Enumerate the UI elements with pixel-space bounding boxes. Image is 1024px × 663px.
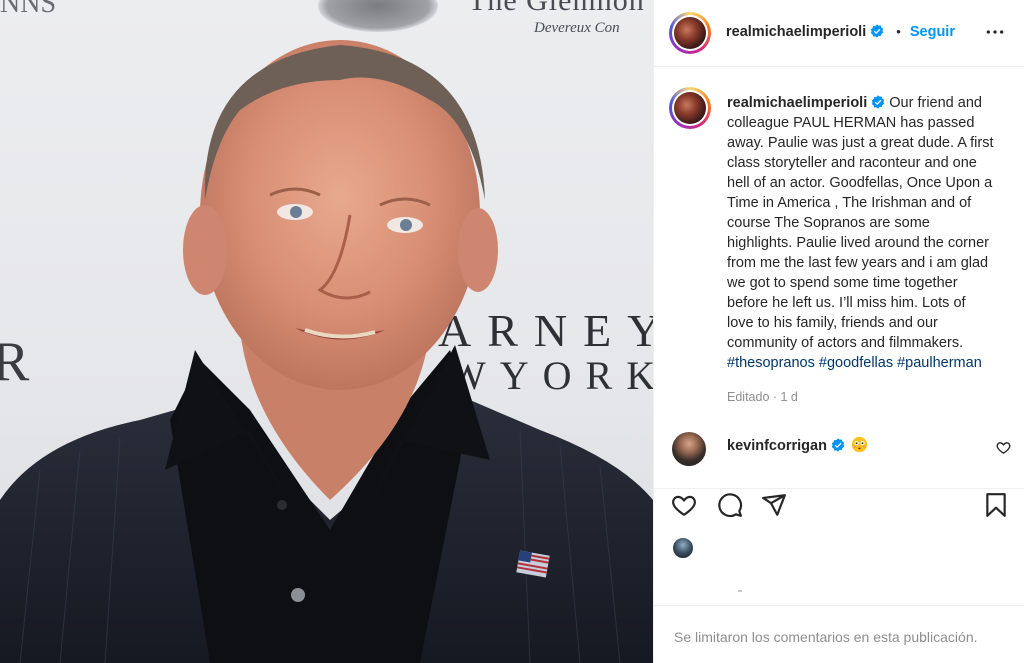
post-side-panel: realmichaelimperioli • Seguir realmichae… xyxy=(653,0,1024,663)
post-meta-timestamp[interactable]: Editado · 1 d xyxy=(727,390,798,404)
verified-badge-icon xyxy=(831,438,845,452)
commenter-username[interactable]: kevinfcorrigan xyxy=(727,438,827,454)
comment-icon[interactable] xyxy=(717,492,743,518)
hashtags: #thesopranos #goodfellas #paulherman xyxy=(727,355,982,371)
commenter-avatar[interactable] xyxy=(672,432,706,466)
caption-line: course The Sopranos are some xyxy=(727,215,930,231)
follow-button[interactable]: Seguir xyxy=(910,24,955,40)
post-photo[interactable]: The Glenmon Devereux Con NNS ARNEY WYORK… xyxy=(0,0,653,663)
caption-line: away. Paulie was just a great dude. A fi… xyxy=(727,135,994,151)
comment-row: kevinfcorrigan xyxy=(654,426,1024,476)
caption-line: highlights. Paulie lived around the corn… xyxy=(727,235,989,251)
caption-line: hell of an actor. Goodfellas, Once Upon … xyxy=(727,175,993,191)
hashtag-link[interactable]: #goodfellas xyxy=(819,355,893,371)
heart-icon[interactable] xyxy=(671,492,697,518)
post-caption: realmichaelimperioli Our friend and coll… xyxy=(727,93,1015,373)
caption-author-avatar[interactable] xyxy=(669,87,711,129)
caption-line: Time in America , The Irishman and of xyxy=(727,195,972,211)
person-portrait xyxy=(0,40,653,663)
caption-line: before he left us. I’ll miss him. Lots o… xyxy=(727,295,966,311)
separator-dot: • xyxy=(896,24,901,39)
author-avatar[interactable] xyxy=(669,12,711,54)
caption-line: colleague PAUL HERMAN has passed xyxy=(727,115,975,131)
caption-line: class storyteller and raconteur and one xyxy=(727,155,977,171)
share-paper-plane-icon[interactable] xyxy=(761,492,787,518)
hashtag-link[interactable]: #thesopranos xyxy=(727,355,815,371)
comments-limited-notice: Se limitaron los comentarios en esta pub… xyxy=(674,629,978,645)
author-username[interactable]: realmichaelimperioli xyxy=(726,24,866,40)
comment-text: kevinfcorrigan xyxy=(727,436,868,454)
like-comment-heart-icon[interactable] xyxy=(996,440,1011,455)
bookmark-icon[interactable] xyxy=(983,492,1009,518)
divider-mark xyxy=(738,590,742,592)
post-header: realmichaelimperioli • Seguir xyxy=(654,0,1024,67)
caption-line: community of actors and filmmakers. xyxy=(727,335,964,351)
post-actions-bar xyxy=(654,488,1024,524)
caption-line: love to his family, friends and our xyxy=(727,315,938,331)
caption-line: Our friend and xyxy=(889,95,982,111)
verified-badge-icon xyxy=(871,24,884,38)
header-user: realmichaelimperioli • Seguir xyxy=(726,24,955,40)
flushed-face-emoji-icon xyxy=(851,436,868,453)
comments-footer: Se limitaron los comentarios en esta pub… xyxy=(654,605,1024,663)
verified-badge-icon xyxy=(872,95,885,109)
caption-line: we got to spend some time together xyxy=(727,275,958,291)
caption-author-username[interactable]: realmichaelimperioli xyxy=(727,95,867,111)
liked-by-avatar[interactable] xyxy=(672,537,694,559)
more-options-icon[interactable] xyxy=(985,22,1005,42)
hashtag-link[interactable]: #paulherman xyxy=(897,355,982,371)
caption-line: from me the last few years and i am glad xyxy=(727,255,989,271)
